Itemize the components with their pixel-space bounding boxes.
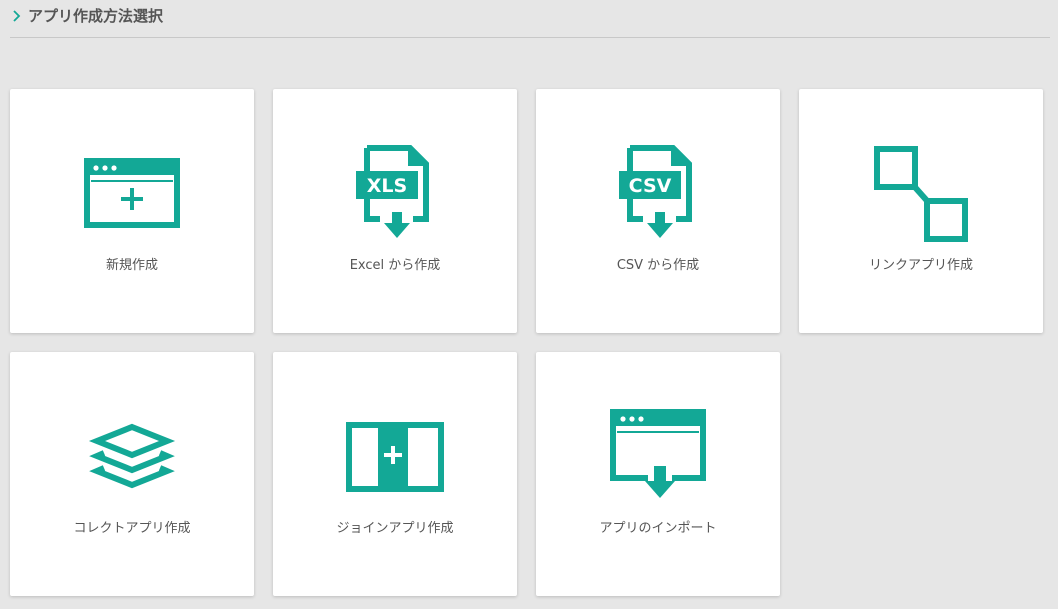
card-label: ジョインアプリ作成 [336, 521, 454, 536]
layers-icon [10, 402, 254, 512]
badge-text: CSV [629, 175, 672, 197]
card-label: CSV から作成 [616, 258, 700, 273]
join-app-icon [273, 402, 517, 512]
chevron-right-icon [11, 8, 23, 22]
card-label: Excel から作成 [349, 258, 441, 273]
card-excel[interactable]: XLS Excel から作成 [273, 89, 517, 333]
link-app-icon [799, 139, 1043, 249]
new-app-window-icon [10, 139, 254, 249]
card-label: アプリのインポート [599, 521, 717, 536]
card-collect-app[interactable]: コレクトアプリ作成 [10, 352, 254, 596]
card-new-app[interactable]: 新規作成 [10, 89, 254, 333]
card-import-app[interactable]: アプリのインポート [536, 352, 780, 596]
card-label: リンクアプリ作成 [868, 258, 973, 273]
card-label: コレクトアプリ作成 [73, 521, 191, 536]
card-link-app[interactable]: リンクアプリ作成 [799, 89, 1043, 333]
page-title: アプリ作成方法選択 [28, 7, 164, 25]
badge-text: XLS [367, 175, 407, 197]
card-label: 新規作成 [105, 258, 158, 273]
card-join-app[interactable]: ジョインアプリ作成 [273, 352, 517, 596]
page-header: アプリ作成方法選択 [10, 0, 1050, 38]
xls-file-icon: XLS [273, 139, 517, 249]
csv-file-icon: CSV [536, 139, 780, 249]
import-app-icon [536, 402, 780, 512]
card-csv[interactable]: CSV CSV から作成 [536, 89, 780, 333]
